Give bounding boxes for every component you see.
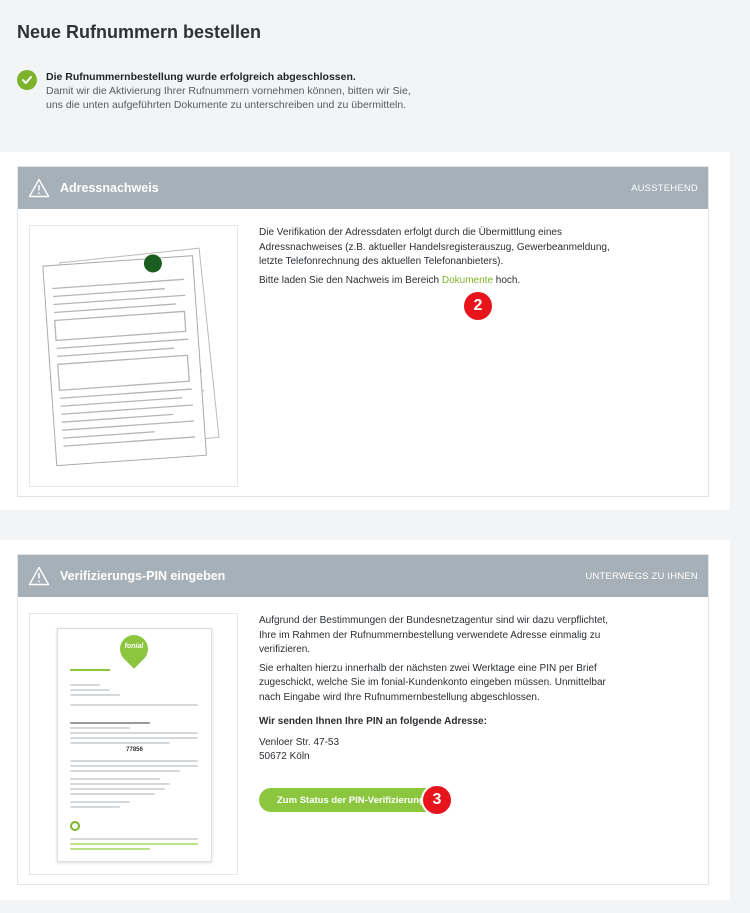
address-card-paragraph-1: Die Verifikation der Adressdaten erfolgt… xyxy=(259,227,610,267)
address-street: Venloer Str. 47-53 xyxy=(259,736,340,748)
warning-icon xyxy=(28,566,50,586)
annotation-badge-3: 3 xyxy=(421,784,453,816)
success-headline: Die Rufnummernbestellung wurde erfolgrei… xyxy=(46,71,356,83)
address-card-title: Adressnachweis xyxy=(60,181,159,195)
address-card-status: AUSSTEHEND xyxy=(631,182,698,194)
pin-card: Verifizierungs-PIN eingeben UNTERWEGS ZU… xyxy=(17,554,709,885)
address-card: Adressnachweis AUSSTEHEND Die Verifikati… xyxy=(17,166,709,497)
pin-card-header: Verifizierungs-PIN eingeben UNTERWEGS ZU… xyxy=(18,555,708,597)
address-card-paragraph-2: Bitte laden Sie den Nachweis im Bereich … xyxy=(259,274,521,286)
pin-card-title: Verifizierungs-PIN eingeben xyxy=(60,569,226,583)
documents-link[interactable]: Dokumente xyxy=(442,275,493,286)
address-card-header: Adressnachweis AUSSTEHEND xyxy=(18,167,708,209)
annotation-badge-2: 2 xyxy=(462,290,494,322)
pin-letter-thumbnail: fonial 77856 xyxy=(29,613,238,875)
address-heading: Wir senden Ihnen Ihre PIN an folgende Ad… xyxy=(259,716,487,727)
address-document-thumbnail xyxy=(29,225,238,487)
letter-pin-code: 77856 xyxy=(126,747,143,753)
page-title: Neue Rufnummern bestellen xyxy=(17,22,262,42)
success-line-2: uns die unten aufgeführten Dokumente zu … xyxy=(46,99,407,111)
check-circle-icon xyxy=(17,70,37,90)
pin-status-button[interactable]: Zum Status der PIN-Verifizierung xyxy=(259,788,443,812)
address-card-text: Die Verifikation der Adressdaten erfolgt… xyxy=(259,226,619,292)
pin-card-status: UNTERWEGS ZU IHNEN xyxy=(585,570,698,582)
fonial-logo-text: fonial xyxy=(124,643,144,650)
success-message: Die Rufnummernbestellung wurde erfolgrei… xyxy=(17,70,411,112)
address-city: 50672 Köln xyxy=(259,751,310,762)
pin-card-paragraph-1: Aufgrund der Bestimmungen der Bundesnetz… xyxy=(259,615,609,655)
pin-card-text: Aufgrund der Bestimmungen der Bundesnetz… xyxy=(259,614,619,765)
success-line-1: Damit wir die Aktivierung Ihrer Rufnumme… xyxy=(46,85,411,97)
warning-icon xyxy=(28,178,50,198)
pin-card-paragraph-2: Sie erhalten hierzu innerhalb der nächst… xyxy=(259,662,606,703)
